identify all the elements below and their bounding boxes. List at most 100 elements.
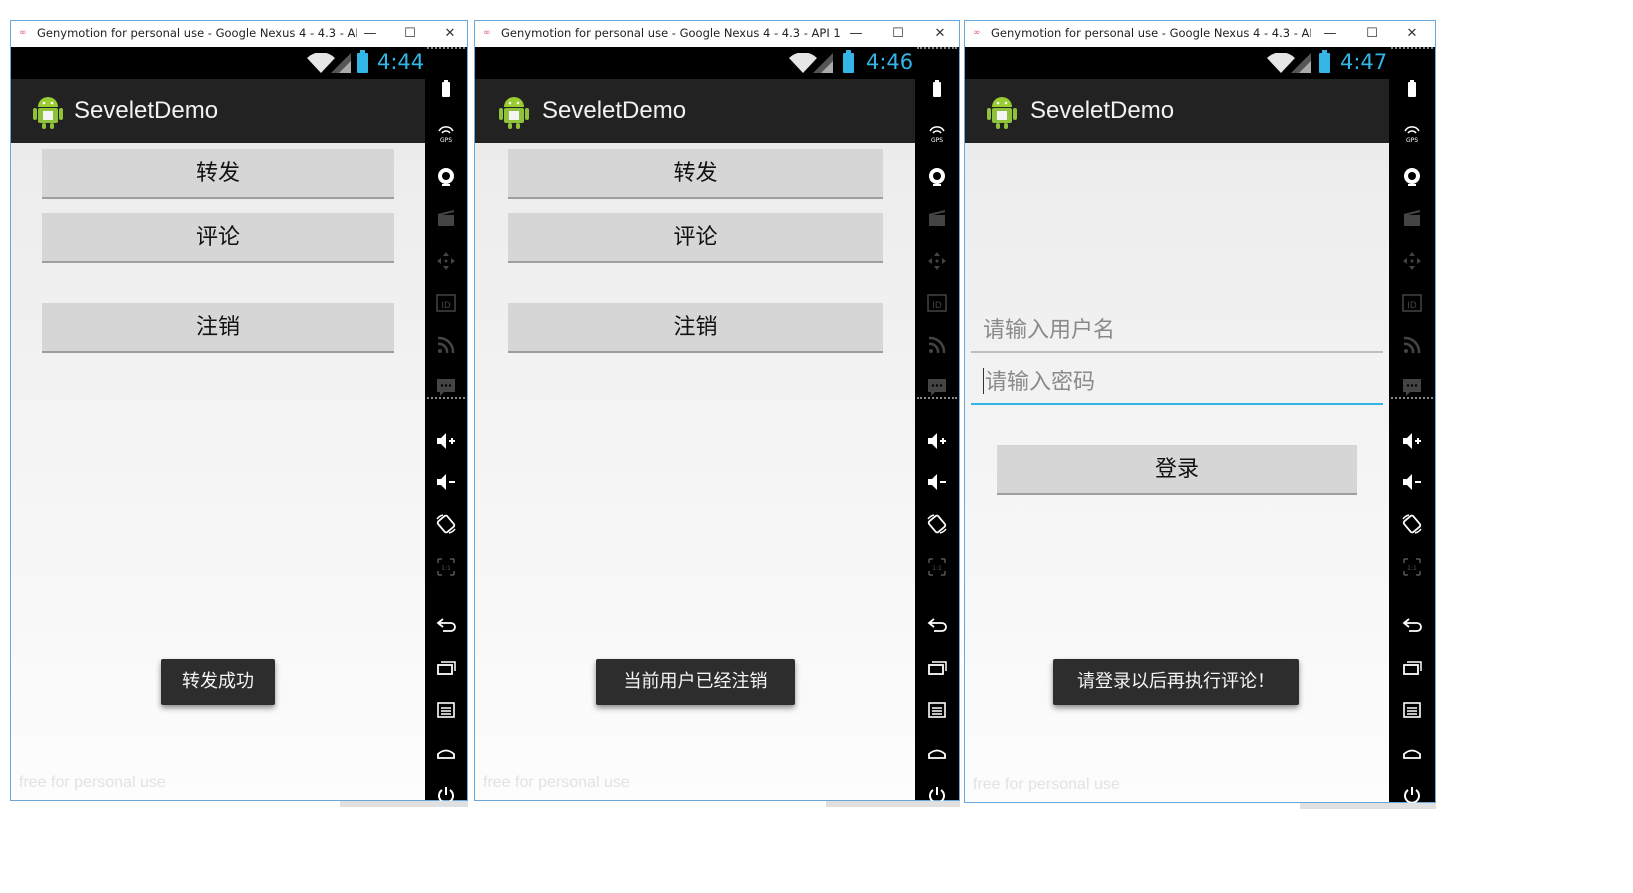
status-bar: 4:47 bbox=[965, 47, 1389, 79]
rotate-icon[interactable] bbox=[1389, 509, 1435, 539]
title-bar[interactable]: ∞ Genymotion for personal use - Google N… bbox=[11, 21, 467, 48]
rss-icon[interactable] bbox=[1389, 330, 1435, 360]
id-icon[interactable]: ID bbox=[915, 288, 959, 318]
gps-icon[interactable]: GPS bbox=[425, 119, 467, 149]
rotate-icon[interactable] bbox=[425, 509, 467, 539]
comment-button[interactable]: 评论 bbox=[508, 213, 883, 263]
logout-button[interactable]: 注销 bbox=[42, 303, 394, 353]
rotate-icon[interactable] bbox=[915, 509, 959, 539]
pixel-perfect-icon[interactable]: 1:1 bbox=[425, 552, 467, 582]
volume-up-icon[interactable] bbox=[1389, 426, 1435, 456]
title-bar[interactable]: ∞ Genymotion for personal use - Google N… bbox=[475, 21, 959, 48]
android-app-icon bbox=[499, 97, 529, 129]
volume-down-icon[interactable] bbox=[915, 467, 959, 497]
toolbar-divider bbox=[917, 397, 957, 399]
pixel-perfect-icon[interactable]: 1:1 bbox=[1389, 552, 1435, 582]
volume-down-icon[interactable] bbox=[425, 467, 467, 497]
minimize-button[interactable]: — bbox=[1315, 23, 1345, 45]
recent-apps-icon[interactable] bbox=[915, 653, 959, 683]
maximize-button[interactable]: ☐ bbox=[1357, 23, 1387, 45]
minimize-button[interactable]: — bbox=[841, 23, 871, 45]
battery-icon[interactable] bbox=[425, 75, 467, 105]
clock: 4:47 bbox=[1340, 50, 1388, 74]
svg-text:GPS: GPS bbox=[440, 137, 452, 144]
id-icon[interactable]: ID bbox=[1389, 288, 1435, 318]
svg-text:ID: ID bbox=[932, 301, 942, 311]
pixel-perfect-icon[interactable]: 1:1 bbox=[915, 552, 959, 582]
maximize-button[interactable]: ☐ bbox=[883, 23, 913, 45]
toolbar-divider bbox=[917, 47, 957, 49]
svg-text:ID: ID bbox=[1407, 301, 1417, 311]
recent-apps-icon[interactable] bbox=[425, 653, 467, 683]
maximize-button[interactable]: ☐ bbox=[395, 23, 425, 45]
phone-screen: 4:47 SeveletDemo 请输入用户名 请输入密码 登录 请登录以后再执… bbox=[965, 47, 1389, 802]
comment-button[interactable]: 评论 bbox=[42, 213, 394, 263]
emulator-window-1: ∞ Genymotion for personal use - Google N… bbox=[10, 20, 468, 804]
home-icon[interactable] bbox=[915, 738, 959, 768]
capture-icon[interactable] bbox=[1389, 204, 1435, 234]
action-bar: SeveletDemo bbox=[475, 79, 915, 143]
android-app-icon bbox=[987, 97, 1017, 129]
volume-up-icon[interactable] bbox=[915, 426, 959, 456]
dpad-icon[interactable] bbox=[1389, 246, 1435, 276]
window-shadow bbox=[826, 801, 960, 807]
forward-button[interactable]: 转发 bbox=[42, 149, 394, 199]
capture-icon[interactable] bbox=[915, 204, 959, 234]
gps-icon[interactable]: GPS bbox=[915, 119, 959, 149]
menu-icon[interactable] bbox=[425, 695, 467, 725]
toast-message: 转发成功 bbox=[161, 659, 275, 705]
password-input[interactable]: 请输入密码 bbox=[971, 363, 1383, 405]
menu-icon[interactable] bbox=[915, 695, 959, 725]
login-button[interactable]: 登录 bbox=[997, 445, 1357, 495]
camera-icon[interactable] bbox=[1389, 162, 1435, 192]
battery-icon[interactable] bbox=[1389, 75, 1435, 105]
phone-screen: 4:44 SeveletDemo 转发 评论 注销 转发成功 free for … bbox=[11, 47, 425, 800]
svg-text:GPS: GPS bbox=[931, 137, 943, 144]
svg-text:GPS: GPS bbox=[1406, 137, 1418, 144]
rss-icon[interactable] bbox=[915, 330, 959, 360]
close-button[interactable]: ✕ bbox=[925, 23, 955, 45]
close-button[interactable]: ✕ bbox=[435, 23, 465, 45]
logout-button[interactable]: 注销 bbox=[508, 303, 883, 353]
recent-apps-icon[interactable] bbox=[1389, 653, 1435, 683]
forward-button[interactable]: 转发 bbox=[508, 149, 883, 199]
app-content: 转发 评论 注销 转发成功 free for personal use bbox=[11, 143, 425, 800]
dpad-icon[interactable] bbox=[915, 246, 959, 276]
close-button[interactable]: ✕ bbox=[1397, 23, 1427, 45]
menu-icon[interactable] bbox=[1389, 695, 1435, 725]
capture-icon[interactable] bbox=[425, 204, 467, 234]
genymotion-toolbar: GPS ID 1:1 bbox=[425, 47, 467, 804]
battery-icon[interactable] bbox=[915, 75, 959, 105]
camera-icon[interactable] bbox=[915, 162, 959, 192]
back-icon[interactable] bbox=[915, 609, 959, 639]
toast-message: 请登录以后再执行评论！ bbox=[1053, 659, 1299, 705]
watermark: free for personal use bbox=[483, 774, 630, 791]
id-icon[interactable]: ID bbox=[425, 288, 467, 318]
status-bar: 4:44 bbox=[11, 47, 425, 79]
toolbar-divider bbox=[1391, 397, 1433, 399]
emulator-window-2: ∞ Genymotion for personal use - Google N… bbox=[474, 20, 960, 804]
title-bar[interactable]: ∞ Genymotion for personal use - Google N… bbox=[965, 21, 1435, 48]
volume-down-icon[interactable] bbox=[1389, 467, 1435, 497]
window-shadow bbox=[1300, 803, 1436, 809]
signal-icon bbox=[1291, 53, 1311, 73]
username-input[interactable]: 请输入用户名 bbox=[971, 311, 1383, 353]
back-icon[interactable] bbox=[425, 609, 467, 639]
minimize-button[interactable]: — bbox=[355, 23, 385, 45]
volume-up-icon[interactable] bbox=[425, 426, 467, 456]
toolbar-divider bbox=[427, 47, 465, 49]
app-content: 请输入用户名 请输入密码 登录 请登录以后再执行评论！ free for per… bbox=[965, 143, 1389, 802]
battery-status-icon bbox=[843, 50, 854, 73]
watermark: free for personal use bbox=[19, 774, 166, 791]
gps-icon[interactable]: GPS bbox=[1389, 119, 1435, 149]
dpad-icon[interactable] bbox=[425, 246, 467, 276]
action-bar: SeveletDemo bbox=[11, 79, 425, 143]
back-icon[interactable] bbox=[1389, 609, 1435, 639]
genymotion-logo-icon: ∞ bbox=[973, 28, 981, 38]
home-icon[interactable] bbox=[1389, 738, 1435, 768]
camera-icon[interactable] bbox=[425, 162, 467, 192]
svg-text:1:1: 1:1 bbox=[441, 565, 451, 572]
emulator-window-3: ∞ Genymotion for personal use - Google N… bbox=[964, 20, 1436, 804]
home-icon[interactable] bbox=[425, 738, 467, 768]
rss-icon[interactable] bbox=[425, 330, 467, 360]
